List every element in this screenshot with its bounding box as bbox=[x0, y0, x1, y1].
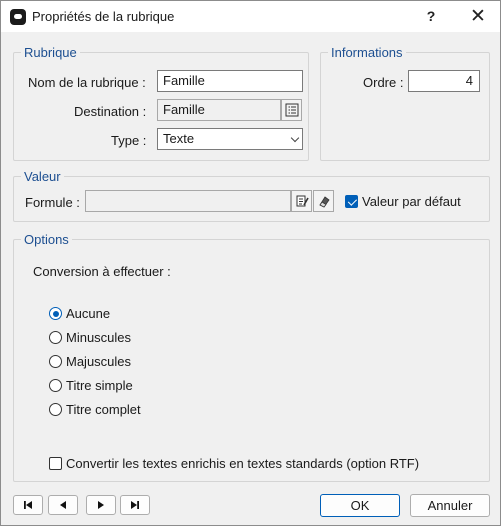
checkbox-box[interactable] bbox=[49, 457, 62, 470]
next-record-button[interactable] bbox=[86, 495, 116, 515]
radio-aucune[interactable]: Aucune bbox=[49, 306, 110, 321]
last-record-button[interactable] bbox=[120, 495, 150, 515]
informations-legend: Informations bbox=[331, 45, 403, 60]
help-button[interactable]: ? bbox=[409, 1, 453, 32]
rtf-label: Convertir les textes enrichis en textes … bbox=[66, 456, 420, 471]
valeur-legend: Valeur bbox=[24, 169, 61, 184]
first-record-button[interactable] bbox=[13, 495, 43, 515]
destination-list-button[interactable] bbox=[281, 99, 302, 121]
name-label: Nom de la rubrique : bbox=[28, 75, 146, 90]
previous-record-button[interactable] bbox=[48, 495, 78, 515]
next-record-icon bbox=[98, 501, 104, 509]
title-bar[interactable]: Propriétés de la rubrique ? ✕ bbox=[1, 1, 500, 32]
rtf-checkbox[interactable]: Convertir les textes enrichis en textes … bbox=[49, 456, 419, 471]
radio-dot[interactable] bbox=[49, 307, 62, 320]
radio-majuscules[interactable]: Majuscules bbox=[49, 354, 131, 369]
rubrique-legend: Rubrique bbox=[24, 45, 77, 60]
order-label: Ordre : bbox=[363, 75, 404, 90]
default-value-label: Valeur par défaut bbox=[362, 194, 461, 209]
checkbox-box[interactable] bbox=[345, 195, 358, 208]
app-icon bbox=[10, 9, 26, 25]
order-input[interactable]: 4 bbox=[408, 70, 480, 92]
edit-list-icon bbox=[296, 195, 309, 207]
radio-label: Titre simple bbox=[66, 378, 133, 393]
radio-label: Majuscules bbox=[66, 354, 132, 369]
destination-label: Destination : bbox=[74, 104, 147, 119]
radio-dot[interactable] bbox=[49, 403, 62, 416]
type-select-value: Texte bbox=[163, 131, 195, 146]
radio-titre-simple[interactable]: Titre simple bbox=[49, 378, 133, 393]
eraser-icon bbox=[318, 196, 330, 208]
radio-dot[interactable] bbox=[49, 331, 62, 344]
dialog-window: Propriétés de la rubrique ? ✕ Rubrique N… bbox=[0, 0, 501, 526]
radio-titre-complet[interactable]: Titre complet bbox=[49, 402, 141, 417]
type-label: Type : bbox=[111, 133, 147, 148]
formula-label: Formule : bbox=[25, 195, 80, 210]
radio-dot[interactable] bbox=[49, 355, 62, 368]
default-value-checkbox[interactable]: Valeur par défaut bbox=[345, 194, 461, 209]
destination-field: Famille bbox=[157, 99, 281, 121]
last-record-icon bbox=[131, 501, 139, 509]
radio-label: Aucune bbox=[66, 306, 111, 321]
type-select[interactable]: Texte bbox=[157, 128, 303, 150]
radio-label: Titre complet bbox=[66, 402, 141, 417]
name-input[interactable]: Famille bbox=[157, 70, 303, 92]
radio-minuscules[interactable]: Minuscules bbox=[49, 330, 131, 345]
radio-label: Minuscules bbox=[66, 330, 132, 345]
list-icon bbox=[285, 103, 298, 117]
chevron-down-icon bbox=[290, 133, 300, 143]
formula-input[interactable] bbox=[85, 190, 291, 212]
formula-edit-button[interactable] bbox=[291, 190, 312, 212]
formula-clear-button[interactable] bbox=[313, 190, 334, 212]
informations-group: Informations bbox=[320, 45, 490, 161]
window-title: Propriétés de la rubrique bbox=[32, 9, 175, 24]
cancel-button[interactable]: Annuler bbox=[410, 494, 490, 517]
previous-record-icon bbox=[60, 501, 66, 509]
radio-dot[interactable] bbox=[49, 379, 62, 392]
conversion-label: Conversion à effectuer : bbox=[33, 264, 171, 279]
ok-button[interactable]: OK bbox=[320, 494, 400, 517]
close-button[interactable]: ✕ bbox=[456, 1, 500, 32]
first-record-icon bbox=[24, 501, 32, 509]
options-legend: Options bbox=[24, 232, 69, 247]
